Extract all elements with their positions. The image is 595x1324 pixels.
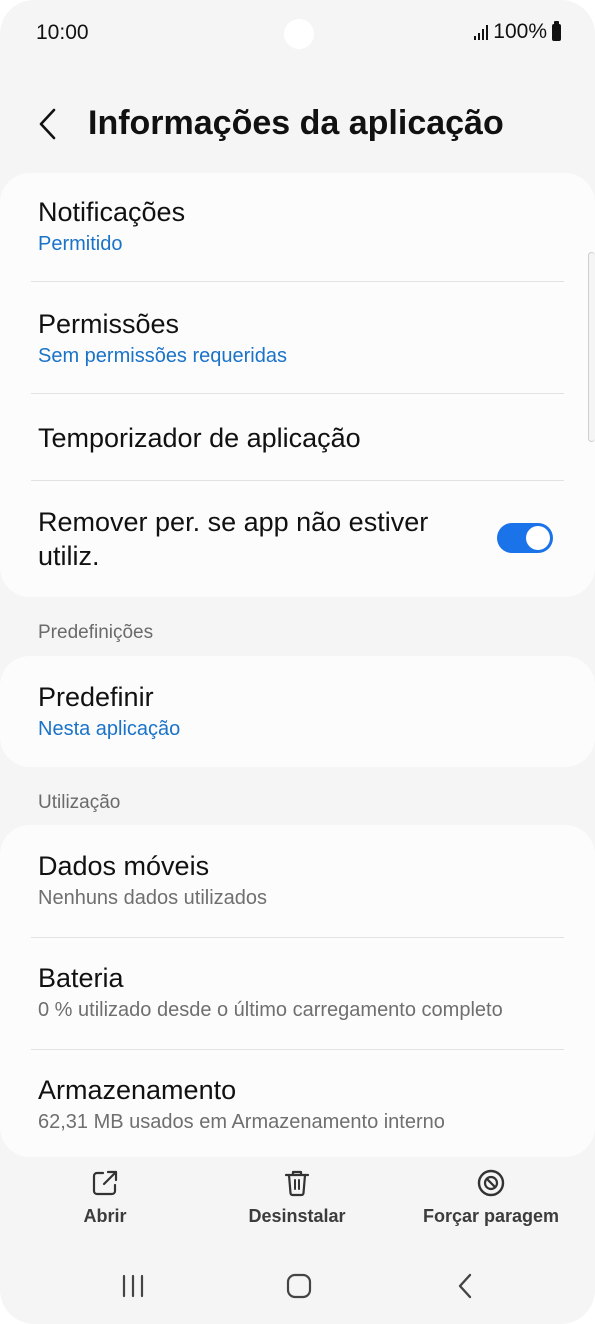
open-label: Abrir bbox=[83, 1206, 127, 1226]
battery-title: Bateria bbox=[38, 963, 124, 993]
app-timer-title: Temporizador de aplicação bbox=[38, 423, 361, 453]
status-bar: 10:00 100% bbox=[0, 0, 595, 66]
trash-icon bbox=[284, 1170, 310, 1197]
status-indicators: 100% bbox=[474, 20, 561, 44]
chevron-left-icon bbox=[39, 108, 56, 140]
toggle-knob bbox=[526, 526, 550, 550]
permissions-title: Permissões bbox=[38, 309, 180, 339]
block-icon bbox=[477, 1169, 505, 1197]
navigation-bar bbox=[0, 1256, 595, 1316]
remove-permissions-title-line1: Remover per. se app não estiver bbox=[38, 507, 429, 537]
usage-section-label: Utilização bbox=[38, 792, 121, 813]
divider bbox=[31, 393, 564, 394]
storage-item[interactable]: Armazenamento 62,31 MB usados em Armazen… bbox=[38, 1073, 563, 1135]
app-timer-item[interactable]: Temporizador de aplicação bbox=[38, 421, 563, 455]
back-arrow-icon bbox=[458, 1273, 472, 1299]
recent-apps-button[interactable] bbox=[111, 1268, 155, 1304]
nav-back-button[interactable] bbox=[443, 1268, 487, 1304]
remove-permissions-toggle[interactable] bbox=[497, 523, 553, 553]
front-camera bbox=[284, 19, 314, 49]
notifications-item[interactable]: Notificações Permitido bbox=[38, 195, 563, 257]
home-icon bbox=[286, 1273, 312, 1299]
status-time: 10:00 bbox=[36, 21, 89, 44]
uninstall-label: Desinstalar bbox=[248, 1206, 346, 1226]
recent-apps-icon bbox=[122, 1274, 144, 1298]
battery-status: 0 % utilizado desde o último carregament… bbox=[38, 999, 503, 1021]
set-default-title: Predefinir bbox=[38, 682, 154, 712]
divider bbox=[31, 1049, 564, 1050]
battery-item[interactable]: Bateria 0 % utilizado desde o último car… bbox=[38, 961, 575, 1023]
scrollbar[interactable] bbox=[588, 252, 595, 442]
page-title: Informações da aplicação bbox=[88, 104, 504, 142]
force-stop-label: Forçar paragem bbox=[422, 1206, 560, 1226]
app-settings-card: Notificações Permitido Permissões Sem pe… bbox=[0, 173, 595, 597]
permissions-status: Sem permissões requeridas bbox=[38, 345, 287, 367]
battery-icon bbox=[552, 20, 561, 41]
force-stop-button[interactable]: Forçar paragem bbox=[406, 1168, 576, 1227]
divider bbox=[31, 480, 564, 481]
mobile-data-title: Dados móveis bbox=[38, 851, 210, 881]
set-default-status: Nesta aplicação bbox=[38, 718, 181, 740]
defaults-card: Predefinir Nesta aplicação bbox=[0, 656, 595, 767]
signal-icon bbox=[474, 24, 489, 40]
mobile-data-status: Nenhuns dados utilizados bbox=[38, 887, 268, 909]
app-bar: Informações da aplicação bbox=[0, 90, 595, 160]
permissions-item[interactable]: Permissões Sem permissões requeridas bbox=[38, 307, 563, 369]
notifications-title: Notificações bbox=[38, 197, 186, 227]
notifications-status: Permitido bbox=[38, 233, 123, 255]
storage-title: Armazenamento bbox=[38, 1075, 237, 1105]
usage-card: Dados móveis Nenhuns dados utilizados Ba… bbox=[0, 825, 595, 1157]
storage-status: 62,31 MB usados em Armazenamento interno bbox=[38, 1111, 445, 1133]
defaults-section-label: Predefinições bbox=[38, 622, 154, 643]
back-button[interactable] bbox=[28, 102, 68, 146]
divider bbox=[31, 937, 564, 938]
open-button[interactable]: Abrir bbox=[60, 1168, 150, 1227]
remove-permissions-title-line2: utiliz. bbox=[38, 541, 100, 571]
set-default-item[interactable]: Predefinir Nesta aplicação bbox=[38, 680, 563, 742]
remove-permissions-item[interactable]: Remover per. se app não estiver utiliz. bbox=[38, 505, 475, 573]
divider bbox=[31, 281, 564, 282]
mobile-data-item[interactable]: Dados móveis Nenhuns dados utilizados bbox=[38, 849, 563, 911]
home-button[interactable] bbox=[277, 1268, 321, 1304]
phone-screen: 10:00 100% Informações da aplicação Noti… bbox=[0, 0, 595, 1324]
open-external-icon bbox=[92, 1170, 118, 1196]
uninstall-button[interactable]: Desinstalar bbox=[222, 1168, 372, 1227]
bottom-action-bar: Abrir Desinstalar Forçar paragem bbox=[0, 1160, 595, 1240]
battery-percent: 100% bbox=[493, 20, 547, 43]
